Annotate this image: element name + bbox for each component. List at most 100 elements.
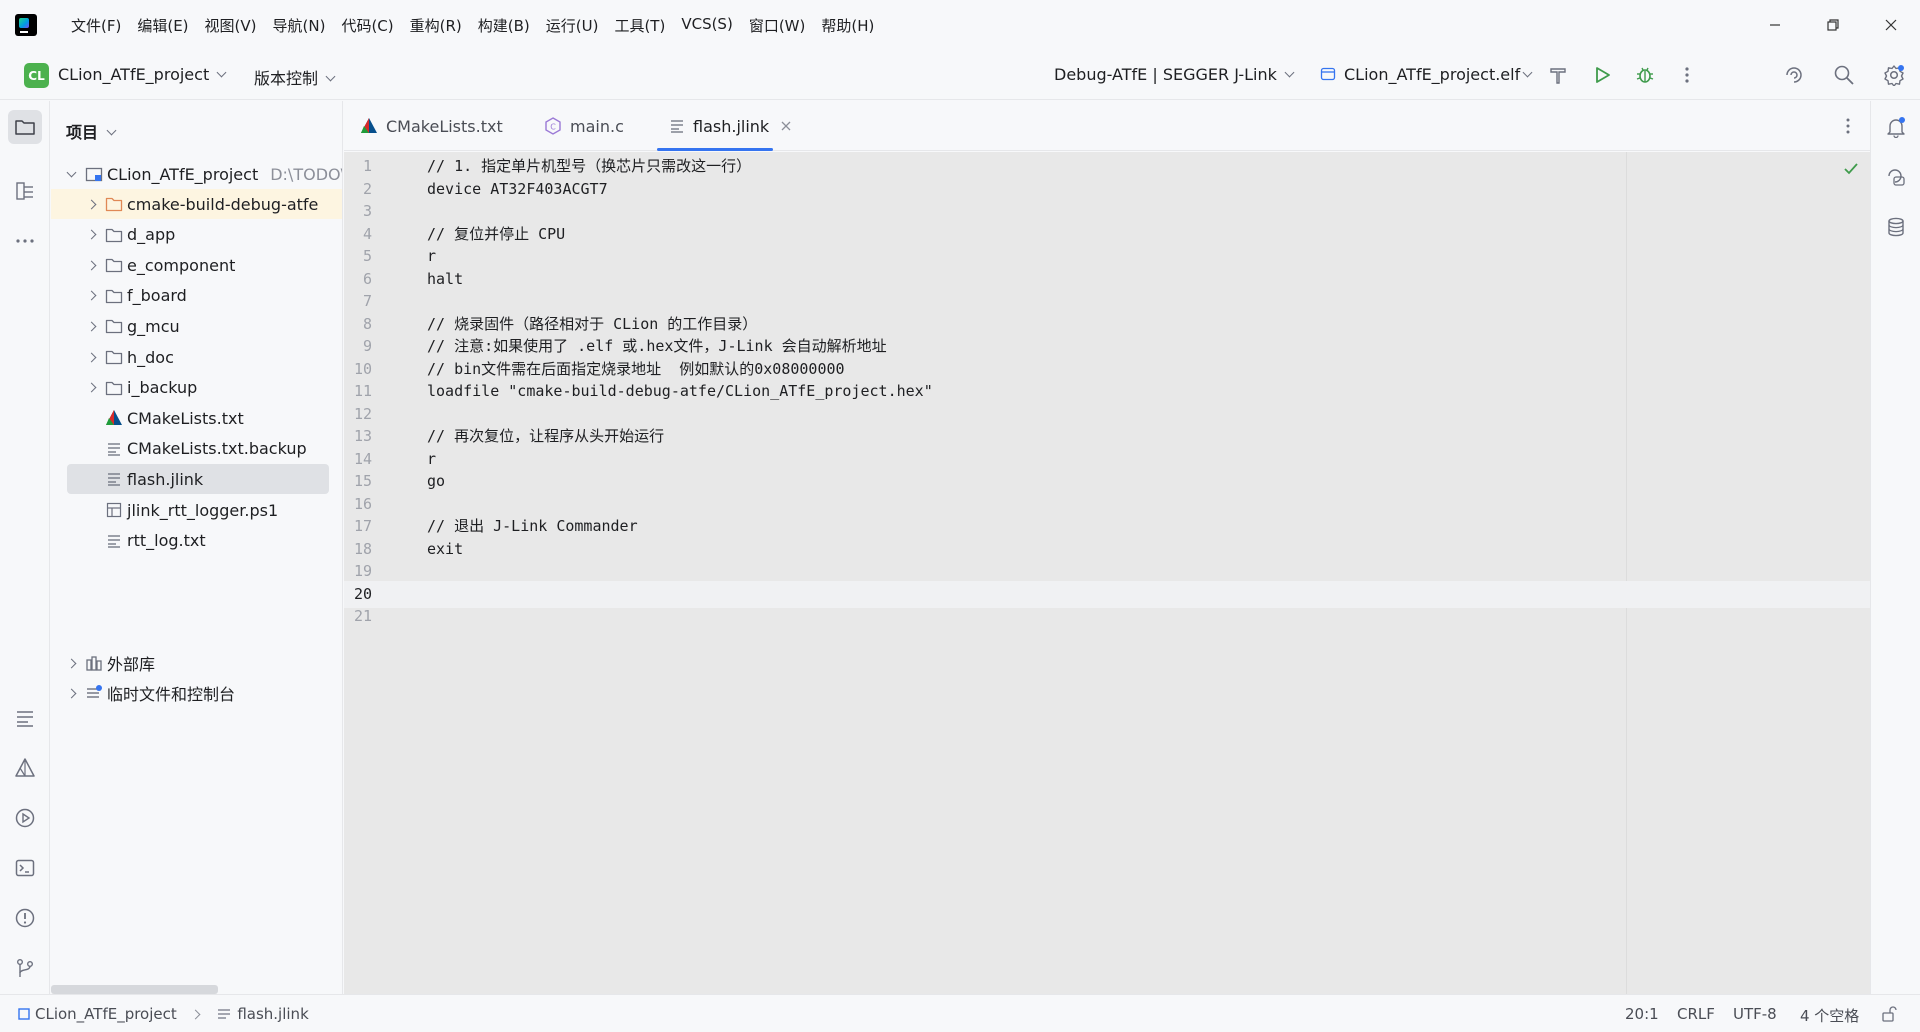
target-icon [1320, 67, 1336, 81]
more-tools-icon[interactable] [8, 224, 42, 258]
todo-list-icon[interactable] [8, 701, 42, 735]
database-icon[interactable] [1879, 210, 1913, 244]
cmake-icon [360, 117, 378, 135]
problems-icon[interactable] [8, 901, 42, 935]
clion-logo-icon[interactable] [15, 14, 37, 36]
breadcrumb-project[interactable]: CLion_ATfE_project [18, 1005, 177, 1023]
inspection-ok-check-icon[interactable] [1842, 160, 1860, 178]
chevron-down-icon[interactable] [63, 167, 79, 177]
tab-options-more-icon[interactable] [1838, 113, 1858, 143]
project-panel: 项目 CLion_ATfE_project D:\TODO\( cmake-bu… [51, 101, 343, 994]
menu-item[interactable]: VCS(S) [673, 15, 740, 36]
tree-scratches[interactable]: 临时文件和控制台 [51, 678, 342, 708]
project-tool-folder-icon[interactable] [8, 110, 42, 144]
run-icon[interactable] [1589, 62, 1615, 88]
code-line[interactable]: 21 [344, 603, 1870, 631]
file-encoding[interactable]: UTF-8 [1733, 1005, 1777, 1023]
chevron-right-icon[interactable] [83, 229, 99, 240]
chevron-right-icon[interactable] [63, 688, 79, 698]
scratches-icon [85, 684, 103, 702]
chevron-right-icon[interactable] [83, 260, 99, 271]
tab-cmakelists[interactable]: CMakeLists.txt [360, 101, 503, 151]
tree-file[interactable]: jlink_rtt_logger.ps1 [51, 495, 342, 525]
folder-icon [105, 379, 123, 397]
folder-excluded-icon [105, 195, 123, 213]
menu-item[interactable]: 窗口(W) [741, 15, 814, 36]
menu-item[interactable]: 工具(T) [606, 15, 673, 36]
tree-file[interactable]: rtt_log.txt [51, 526, 342, 556]
tree-folder[interactable]: d_app [51, 220, 342, 250]
tree-item-label: g_mcu [127, 316, 180, 336]
tree-folder[interactable]: cmake-build-debug-atfe [51, 189, 342, 219]
chevron-right-icon[interactable] [83, 321, 99, 332]
services-run-icon[interactable] [8, 801, 42, 835]
ai-chat-icon[interactable] [1879, 160, 1913, 194]
panel-title[interactable]: 项目 [66, 119, 117, 143]
breadcrumb-file[interactable]: flash.jlink [217, 1005, 309, 1023]
chevron-right-icon[interactable] [63, 658, 79, 668]
chevron-right-icon[interactable] [83, 290, 99, 301]
target-label: CLion_ATfE_project.elf [1344, 65, 1521, 84]
tree-file[interactable]: CMakeLists.txt.backup [51, 434, 342, 464]
notifications-bell-icon[interactable] [1879, 110, 1913, 144]
close-window-button[interactable] [1862, 0, 1920, 50]
tree-folder[interactable]: i_backup [51, 373, 342, 403]
code-editor[interactable]: 1// 1. 指定单片机型号（换芯片只需改这一行） 2 device AT32F40… [344, 152, 1870, 994]
ai-assistant-icon[interactable] [1781, 62, 1807, 88]
settings-gear-icon[interactable] [1881, 62, 1907, 88]
tree-folder[interactable]: f_board [51, 281, 342, 311]
chevron-right-icon[interactable] [83, 382, 99, 393]
more-vertical-icon[interactable] [1674, 62, 1700, 88]
line-separator[interactable]: CRLF [1677, 1005, 1715, 1023]
menu-item[interactable]: 构建(B) [470, 15, 538, 36]
indent-setting[interactable]: 4 个空格 [1800, 1005, 1859, 1026]
menu-bar: 文件(F) 编辑(E) 视图(V) 导航(N) 代码(C) 重构(R) 构建(B) 运行(U)… [0, 0, 1920, 50]
menu-item[interactable]: 导航(N) [265, 15, 334, 36]
tree-root-project[interactable]: CLion_ATfE_project D:\TODO\( [51, 159, 342, 189]
breadcrumb-file-label: flash.jlink [237, 1005, 309, 1023]
tree-item-label: h_doc [127, 347, 174, 367]
folder-icon [105, 348, 123, 366]
read-only-lock-icon[interactable] [1881, 1006, 1897, 1026]
terminal-icon[interactable] [8, 851, 42, 885]
tree-folder[interactable]: h_doc [51, 342, 342, 372]
debug-icon[interactable] [1632, 62, 1658, 88]
menu-item[interactable]: 运行(U) [538, 15, 607, 36]
tree-folder[interactable]: g_mcu [51, 311, 342, 341]
horizontal-scrollbar[interactable] [51, 985, 218, 994]
project-selector-label: CLion_ATfE_project [58, 65, 210, 84]
build-hammer-icon[interactable] [1545, 62, 1571, 88]
project-badge[interactable]: CL [24, 63, 49, 88]
tree-folder[interactable]: e_component [51, 250, 342, 280]
chevron-right-icon[interactable] [83, 352, 99, 362]
breadcrumb: CLion_ATfE_project flash.jlink [18, 1005, 309, 1023]
menu-item[interactable]: 编辑(E) [129, 15, 196, 36]
vcs-menu[interactable]: 版本控制 [254, 65, 336, 89]
run-config-selector[interactable]: Debug-ATfE | SEGGER J-Link [1054, 65, 1295, 84]
menu-item[interactable]: 代码(C) [333, 15, 401, 36]
tree-external-libraries[interactable]: 外部库 [51, 648, 342, 678]
caret-position[interactable]: 20:1 [1625, 1005, 1659, 1023]
tab-flash-jlink[interactable]: flash.jlink [657, 101, 791, 151]
cmake-tool-icon[interactable] [8, 751, 42, 785]
restore-button[interactable] [1804, 0, 1862, 50]
chevron-right-icon[interactable] [83, 199, 99, 209]
tree-file[interactable]: flash.jlink [67, 464, 329, 495]
minimize-button[interactable] [1746, 0, 1804, 50]
menu-item[interactable]: 帮助(H) [813, 15, 882, 36]
tab-label: CMakeLists.txt [386, 116, 503, 136]
tree-item-label: CMakeLists.txt [127, 408, 244, 428]
menu-item[interactable]: 文件(F) [63, 15, 129, 36]
menu-item[interactable]: 重构(R) [402, 15, 470, 36]
project-selector[interactable]: CLion_ATfE_project [58, 65, 227, 84]
target-selector[interactable]: CLion_ATfE_project.elf [1320, 65, 1533, 84]
close-tab-icon[interactable] [781, 121, 791, 131]
structure-icon[interactable] [8, 174, 42, 208]
status-bar: CLion_ATfE_project flash.jlink 20:1 CRLF… [0, 994, 1920, 1032]
panel-title-label: 项目 [66, 123, 99, 142]
tree-file[interactable]: CMakeLists.txt [51, 403, 342, 433]
git-branch-icon[interactable] [8, 951, 42, 985]
tab-main-c[interactable]: C main.c [544, 101, 624, 151]
search-icon[interactable] [1831, 62, 1857, 88]
menu-item[interactable]: 视图(V) [197, 15, 265, 36]
